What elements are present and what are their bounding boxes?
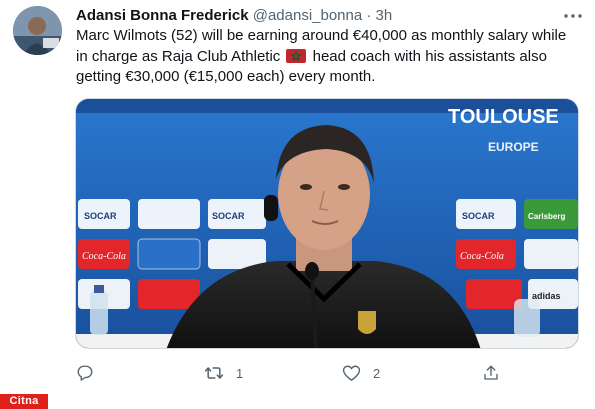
tweet-time[interactable]: 3h [376, 7, 393, 24]
tweet[interactable]: Adansi Bonna Frederick @adansi_bonna · 3… [0, 0, 595, 409]
banner-text: TOULOUSE [448, 106, 559, 128]
share-button[interactable] [482, 362, 500, 384]
separator-dot: · [366, 7, 372, 24]
tweet-text: Marc Wilmots (52) will be earning around… [76, 26, 581, 88]
reply-button[interactable] [76, 362, 94, 384]
heart-icon [342, 365, 361, 381]
board-label: SOCAR [212, 211, 245, 221]
avatar[interactable] [13, 6, 62, 55]
like-count: 2 [373, 365, 381, 381]
share-icon [484, 365, 498, 380]
tweet-header: Adansi Bonna Frederick @adansi_bonna · 3… [76, 6, 555, 26]
like-button[interactable]: 2 [342, 362, 380, 384]
author-name[interactable]: Adansi Bonna Frederick [76, 7, 249, 24]
more-options-icon[interactable] [561, 8, 585, 24]
tweet-media-photo[interactable]: TOULOUSE SOCAR Coca-Cola SOCAR Carlsberg… [75, 98, 579, 349]
board-label: Carlsberg [528, 212, 565, 221]
morocco-flag-icon [286, 48, 307, 63]
board-label: Coca-Cola [460, 251, 504, 262]
tweet-actions: 1 2 [76, 362, 506, 384]
watermark-logo: Citna [0, 394, 48, 409]
retweet-icon [204, 367, 224, 379]
board-label: EUROPE [488, 140, 539, 154]
retweet-button[interactable]: 1 [204, 362, 243, 384]
board-label: SOCAR [462, 211, 495, 221]
retweet-count: 1 [236, 365, 244, 381]
board-label: SOCAR [84, 211, 117, 221]
reply-icon [77, 365, 93, 381]
author-handle[interactable]: @adansi_bonna [253, 7, 362, 24]
board-label: Coca-Cola [82, 251, 126, 262]
